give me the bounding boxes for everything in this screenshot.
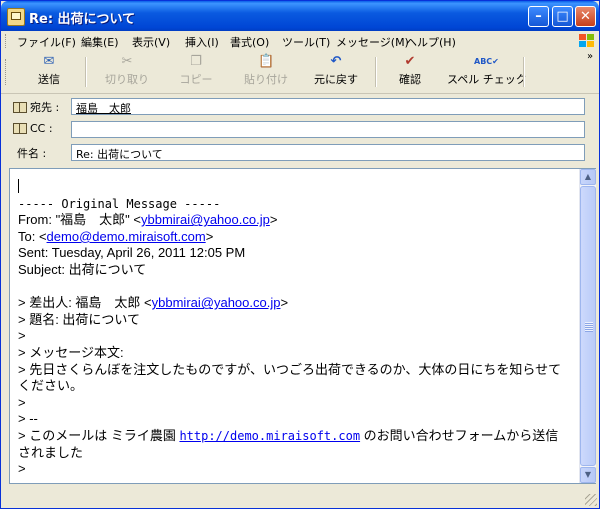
menu-bar: ファイル(F) 編集(E) 表示(V) 挿入(I) 書式(O) ツール(T) メ… bbox=[1, 31, 599, 52]
paste-button[interactable]: 📋 貼り付け bbox=[235, 55, 297, 89]
to-label: 宛先 : bbox=[30, 101, 60, 114]
scroll-down-button[interactable]: ▼ bbox=[580, 467, 596, 483]
from-line: From: "福島 太郎" <ybbmirai@yahoo.co.jp> bbox=[18, 212, 578, 229]
cc-label: CC : bbox=[30, 122, 53, 135]
address-book-icon bbox=[13, 123, 27, 134]
window-title: Re: 出荷について bbox=[29, 12, 136, 27]
toolbar: ✉ 送信 ✂ 切り取り ❐ コピー 📋 貼り付け ↶ 元に戻す ✔ 確認 ABC… bbox=[1, 51, 599, 94]
paste-icon: 📋 bbox=[258, 54, 275, 69]
send-icon: ✉ bbox=[43, 54, 55, 69]
quote-body-text: > 先日さくらんぼを注文したものですが、いつごろ出荷できるのか、大体の日にちを知… bbox=[18, 361, 562, 394]
to-field[interactable]: 福島 太郎 bbox=[71, 98, 585, 115]
menu-grip bbox=[5, 34, 9, 48]
scroll-up-button[interactable]: ▲ bbox=[580, 169, 596, 185]
menu-tools[interactable]: ツール(T) bbox=[282, 34, 330, 50]
undo-button[interactable]: ↶ 元に戻す bbox=[306, 55, 366, 89]
message-body-text[interactable]: ----- Original Message ----- From: "福島 太… bbox=[18, 179, 578, 478]
subject-label: 件名 : bbox=[17, 147, 47, 160]
menu-format[interactable]: 書式(O) bbox=[230, 34, 269, 50]
from-label: From: bbox=[18, 212, 56, 228]
menu-message[interactable]: メッセージ(M) bbox=[336, 34, 409, 50]
spell-check-icon: ABC✔ bbox=[474, 57, 499, 66]
menu-view[interactable]: 表示(V) bbox=[132, 34, 170, 50]
quote-sender: > 差出人: 福島 太郎 < bbox=[18, 295, 152, 311]
check-label: 確認 bbox=[399, 73, 421, 86]
quote-email-link[interactable]: ybbmirai@yahoo.co.jp bbox=[152, 295, 281, 310]
vertical-scrollbar[interactable]: ▲ ▼ bbox=[579, 169, 596, 483]
from-close: > bbox=[269, 212, 278, 228]
resize-grip[interactable] bbox=[585, 494, 597, 506]
cut-button[interactable]: ✂ 切り取り bbox=[97, 55, 157, 89]
quote-signature-separator: > -- bbox=[18, 411, 38, 427]
copy-label: コピー bbox=[179, 73, 213, 86]
website-link[interactable]: http://demo.miraisoft.com bbox=[179, 429, 360, 443]
to-email-link[interactable]: demo@demo.miraisoft.com bbox=[47, 229, 206, 244]
title-bar[interactable]: Re: 出荷について – □ ✕ bbox=[1, 1, 599, 31]
cc-field[interactable] bbox=[71, 121, 585, 138]
toolbar-separator bbox=[523, 57, 525, 87]
to-close: > bbox=[205, 228, 214, 244]
message-body[interactable]: ----- Original Message ----- From: "福島 太… bbox=[9, 168, 596, 484]
menu-help[interactable]: ヘルプ(H) bbox=[406, 34, 456, 50]
to-recipient: 福島 太郎 bbox=[76, 102, 131, 115]
scroll-thumb[interactable] bbox=[580, 186, 596, 466]
quote-close: > bbox=[280, 295, 289, 311]
quote-line: > bbox=[18, 461, 26, 477]
from-email-link[interactable]: ybbmirai@yahoo.co.jp bbox=[141, 212, 270, 227]
cc-label-button[interactable]: CC : bbox=[13, 122, 53, 135]
subject-line: Subject: 出荷について bbox=[18, 261, 147, 277]
toolbar-separator bbox=[375, 57, 377, 87]
toolbar-grip bbox=[5, 59, 9, 85]
quote-line: > bbox=[18, 328, 26, 344]
close-button[interactable]: ✕ bbox=[575, 6, 596, 27]
cursor-line bbox=[18, 179, 578, 196]
quote-sender-line: > 差出人: 福島 太郎 <ybbmirai@yahoo.co.jp> bbox=[18, 295, 578, 312]
menu-edit[interactable]: 編集(E) bbox=[81, 34, 119, 50]
to-line: To: <demo@demo.miraisoft.com> bbox=[18, 229, 578, 246]
mail-window-icon bbox=[7, 8, 25, 26]
maximize-button[interactable]: □ bbox=[552, 6, 573, 27]
spell-label: スペル チェック bbox=[447, 73, 527, 86]
toolbar-separator bbox=[85, 57, 87, 87]
quote-footer: > このメールは ミライ農園 http://demo.miraisoft.com… bbox=[18, 428, 570, 461]
menu-file[interactable]: ファイル(F) bbox=[17, 34, 76, 50]
scissors-icon: ✂ bbox=[121, 54, 133, 69]
from-name: "福島 太郎" < bbox=[55, 212, 141, 228]
to-line-label: To: < bbox=[18, 228, 47, 244]
menu-insert[interactable]: 挿入(I) bbox=[185, 34, 219, 50]
scroll-grip bbox=[585, 322, 593, 332]
undo-icon: ↶ bbox=[330, 54, 342, 69]
windows-logo-icon bbox=[579, 34, 595, 48]
spell-check-button[interactable]: ABC✔ スペル チェック bbox=[447, 55, 527, 89]
check-names-button[interactable]: ✔ 確認 bbox=[387, 55, 433, 89]
copy-icon: ❐ bbox=[190, 54, 202, 69]
copy-button[interactable]: ❐ コピー bbox=[171, 55, 221, 89]
send-label: 送信 bbox=[38, 73, 60, 86]
compose-window: Re: 出荷について – □ ✕ ファイル(F) 編集(E) 表示(V) 挿入(… bbox=[0, 0, 600, 509]
sent-line: Sent: Tuesday, April 26, 2011 12:05 PM bbox=[18, 245, 246, 261]
minimize-button[interactable]: – bbox=[528, 6, 549, 27]
quote-line: > bbox=[18, 394, 26, 410]
send-button[interactable]: ✉ 送信 bbox=[23, 55, 75, 89]
text-caret bbox=[18, 179, 19, 193]
quote-subject-line: > 題名: 出荷について bbox=[18, 311, 141, 327]
address-book-icon bbox=[13, 102, 27, 113]
subject-field[interactable]: Re: 出荷について bbox=[71, 144, 585, 161]
quote-body-label: > メッセージ本文: bbox=[18, 344, 124, 360]
toolbar-overflow-chevron-icon[interactable]: » bbox=[587, 51, 593, 62]
cut-label: 切り取り bbox=[105, 73, 149, 86]
check-names-icon: ✔ bbox=[404, 54, 416, 69]
quote-footer-prefix: > このメールは ミライ農園 bbox=[18, 427, 180, 443]
to-label-button[interactable]: 宛先 : bbox=[13, 99, 59, 115]
status-bar bbox=[1, 486, 599, 508]
original-message-header: ----- Original Message ----- bbox=[18, 196, 221, 211]
paste-label: 貼り付け bbox=[244, 73, 288, 86]
undo-label: 元に戻す bbox=[314, 73, 358, 86]
